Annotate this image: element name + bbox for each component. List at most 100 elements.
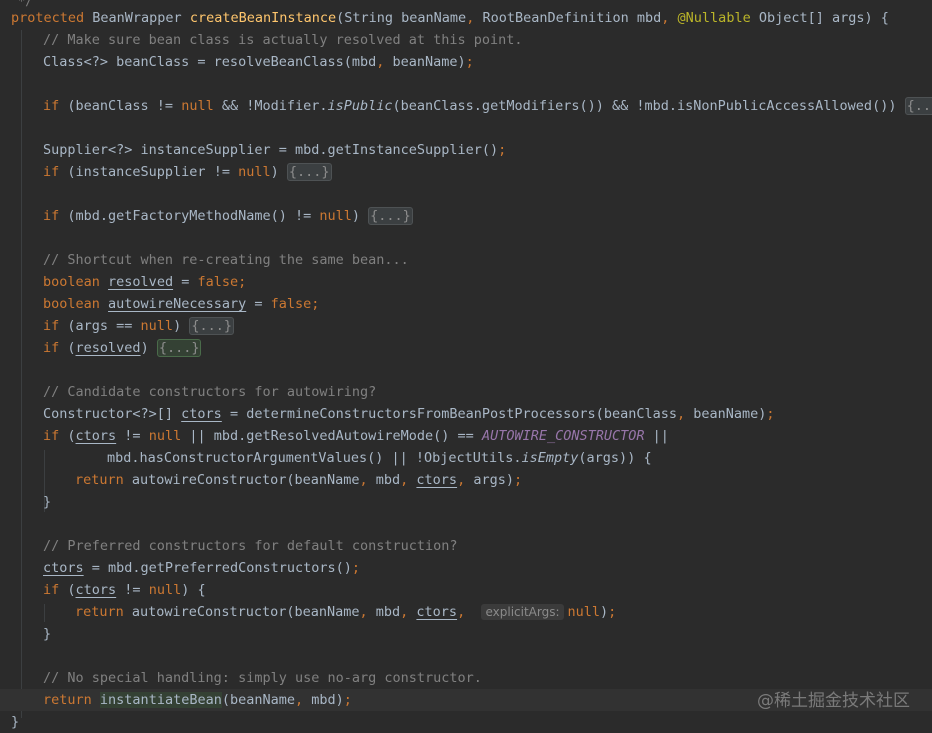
code-token: = bbox=[173, 274, 198, 290]
folded-code-block[interactable]: {...} bbox=[286, 163, 332, 181]
code-line-blank-4[interactable] bbox=[0, 227, 932, 249]
code-line-if-factory[interactable]: if (mbd.getFactoryMethodName() != null) … bbox=[0, 205, 932, 227]
code-text: // Shortcut when re-creating the same be… bbox=[43, 249, 409, 271]
code-line-return-autowire-1[interactable]: return autowireConstructor(beanName, mbd… bbox=[0, 469, 932, 491]
code-token: ; bbox=[608, 604, 617, 620]
code-token: ) { bbox=[181, 582, 206, 598]
code-line-if-supplier[interactable]: if (instanceSupplier != null) {...} bbox=[0, 161, 932, 183]
code-token: != bbox=[116, 582, 149, 598]
code-token: beanName) bbox=[384, 54, 466, 70]
code-token: mbd.hasConstructorArgumentValues() || !O… bbox=[107, 450, 522, 466]
code-line-if-ctors-cont[interactable]: mbd.hasConstructorArgumentValues() || !O… bbox=[0, 447, 932, 469]
code-text: Constructor<?>[] ctors = determineConstr… bbox=[43, 403, 775, 425]
code-text: if (ctors != null) { bbox=[43, 579, 206, 601]
code-token: autowireConstructor(beanName bbox=[123, 472, 360, 488]
code-token: ctors bbox=[75, 582, 117, 598]
code-text: boolean autowireNecessary = false; bbox=[43, 293, 319, 315]
code-token: ( bbox=[59, 340, 76, 356]
code-text: if (beanClass != null && !Modifier.isPub… bbox=[43, 95, 932, 117]
folded-code-block[interactable]: {...} bbox=[904, 97, 932, 115]
code-token: = mbd.getPreferredConstructors() bbox=[83, 560, 352, 576]
code-line-blank-5[interactable] bbox=[0, 359, 932, 381]
code-token: if bbox=[43, 582, 60, 598]
code-text: // Preferred constructors for default co… bbox=[43, 535, 458, 557]
code-token: || mbd.getResolvedAutowireMode() == bbox=[181, 428, 482, 444]
code-line-signature[interactable]: protected BeanWrapper createBeanInstance… bbox=[0, 7, 932, 29]
code-line-bean-class[interactable]: Class<?> beanClass = resolveBeanClass(mb… bbox=[0, 51, 932, 73]
code-token: boolean bbox=[43, 296, 100, 312]
code-text: ctors = mbd.getPreferredConstructors(); bbox=[43, 557, 360, 579]
code-token: // No special handling: simply use no-ar… bbox=[43, 670, 482, 686]
watermark: @稀土掘金技术社区 bbox=[757, 691, 910, 711]
code-token: mbd bbox=[367, 472, 401, 488]
code-token: autowireConstructor(beanName bbox=[123, 604, 360, 620]
code-token: , bbox=[359, 472, 368, 488]
code-line-blank-3[interactable] bbox=[0, 183, 932, 205]
folded-code-block[interactable]: {...} bbox=[189, 317, 234, 335]
code-token: mbd) bbox=[303, 692, 344, 708]
code-line-comment-resolve[interactable]: // Make sure bean class is actually reso… bbox=[0, 29, 932, 51]
code-token: ) bbox=[140, 340, 157, 356]
code-line-blank-2[interactable] bbox=[0, 117, 932, 139]
code-editor[interactable]: */ protected BeanWrapper createBeanInsta… bbox=[0, 0, 932, 733]
code-token: createBeanInstance bbox=[189, 10, 337, 26]
code-line-close-2[interactable]: } bbox=[0, 623, 932, 645]
folded-code-block[interactable]: {...} bbox=[368, 207, 413, 225]
code-token: null bbox=[238, 164, 271, 180]
code-line-ctors-decl[interactable]: Constructor<?>[] ctors = determineConstr… bbox=[0, 403, 932, 425]
code-token: ctors bbox=[416, 604, 458, 620]
code-line-comment-candidate[interactable]: // Candidate constructors for autowiring… bbox=[0, 381, 932, 403]
code-line-if-resolved[interactable]: if (resolved) {...} bbox=[0, 337, 932, 359]
code-line-supplier[interactable]: Supplier<?> instanceSupplier = mbd.getIn… bbox=[0, 139, 932, 161]
code-token: Object[] args) { bbox=[750, 10, 889, 26]
code-token: if bbox=[43, 208, 60, 224]
code-token: ctors bbox=[75, 428, 117, 444]
code-token: BeanWrapper bbox=[84, 10, 190, 26]
code-token: null bbox=[148, 428, 182, 444]
code-token: autowireNecessary bbox=[108, 296, 247, 312]
code-line-if-args[interactable]: if (args == null) {...} bbox=[0, 315, 932, 337]
code-token: return bbox=[43, 692, 92, 708]
code-token: RootBeanDefinition mbd bbox=[474, 10, 662, 26]
code-line-ctors-preferred[interactable]: ctors = mbd.getPreferredConstructors(); bbox=[0, 557, 932, 579]
code-token: (beanClass.getModifiers()) && !mbd.isNon… bbox=[392, 98, 905, 114]
code-line-blank-6[interactable] bbox=[0, 513, 932, 535]
code-token: Supplier<?> instanceSupplier = mbd.getIn… bbox=[43, 142, 499, 158]
code-token: false bbox=[197, 274, 239, 290]
code-text: } bbox=[43, 491, 51, 513]
code-line-comment-preferred[interactable]: // Preferred constructors for default co… bbox=[0, 535, 932, 557]
code-token: null bbox=[148, 582, 182, 598]
code-token: (beanName bbox=[221, 692, 295, 708]
code-text: if (resolved) {...} bbox=[43, 337, 202, 359]
code-text: protected BeanWrapper createBeanInstance… bbox=[11, 7, 889, 29]
code-line-return-autowire-2[interactable]: return autowireConstructor(beanName, mbd… bbox=[0, 601, 932, 623]
code-line-blank-1[interactable] bbox=[0, 73, 932, 95]
code-token: ctors bbox=[416, 472, 458, 488]
code-line-comment-shortcut[interactable]: // Shortcut when re-creating the same be… bbox=[0, 249, 932, 271]
code-text: Supplier<?> instanceSupplier = mbd.getIn… bbox=[43, 139, 506, 161]
code-token: null bbox=[181, 98, 214, 114]
code-token: , bbox=[359, 604, 368, 620]
code-token: protected bbox=[11, 10, 85, 26]
code-line-close-method[interactable]: } bbox=[0, 711, 932, 733]
code-text: if (instanceSupplier != null) {...} bbox=[43, 161, 332, 183]
code-line-if-public[interactable]: if (beanClass != null && !Modifier.isPub… bbox=[0, 95, 932, 117]
code-line-close-1[interactable]: } bbox=[0, 491, 932, 513]
code-line-resolved-decl[interactable]: boolean resolved = false; bbox=[0, 271, 932, 293]
code-token: ; bbox=[343, 692, 352, 708]
code-token: isPublic bbox=[327, 98, 393, 114]
code-token: args) bbox=[465, 472, 514, 488]
code-token: instantiateBean bbox=[99, 692, 222, 708]
folded-code-block[interactable]: {...} bbox=[156, 339, 202, 357]
code-line-if-ctors[interactable]: if (ctors != null || mbd.getResolvedAuto… bbox=[0, 425, 932, 447]
code-line-blank-7[interactable] bbox=[0, 645, 932, 667]
code-token: resolved bbox=[108, 274, 174, 290]
code-text: // Candidate constructors for autowiring… bbox=[43, 381, 376, 403]
code-token: , bbox=[457, 604, 466, 620]
code-line-autowire-decl[interactable]: boolean autowireNecessary = false; bbox=[0, 293, 932, 315]
code-line-if-ctors-2[interactable]: if (ctors != null) { bbox=[0, 579, 932, 601]
code-token: , bbox=[676, 406, 686, 422]
